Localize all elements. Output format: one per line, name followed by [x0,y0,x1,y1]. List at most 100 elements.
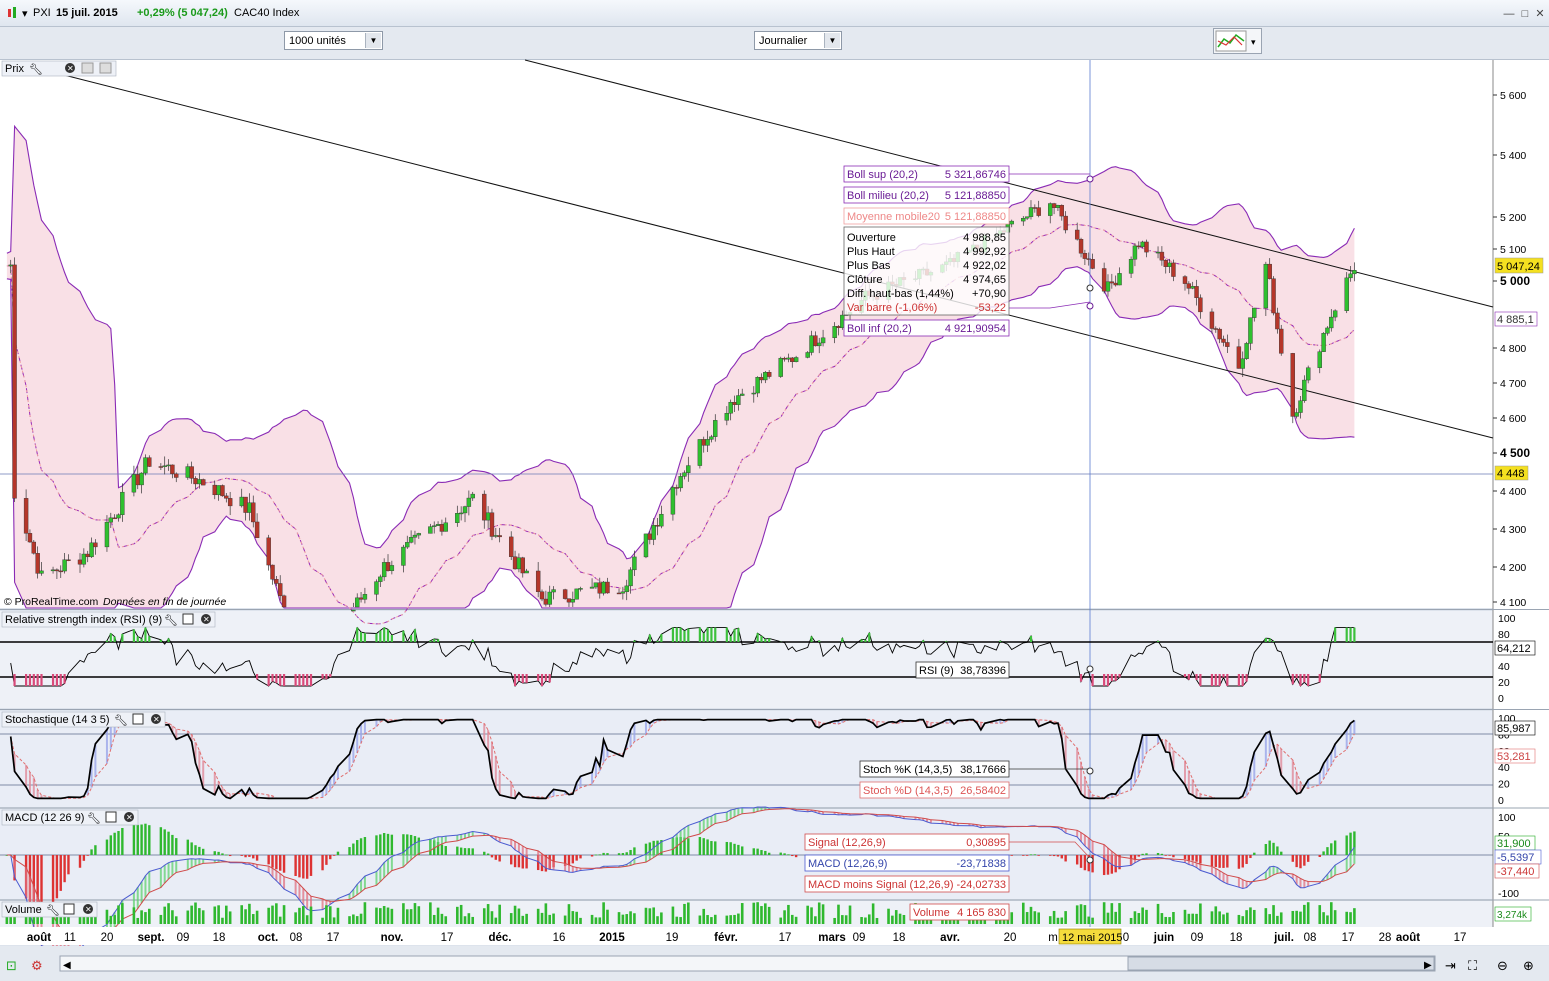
volume-bar [1241,916,1245,924]
macd-bar [494,855,498,860]
volume-bar [540,912,544,924]
chart-style-button[interactable]: ▾ [1213,28,1262,54]
macd-bar [1145,853,1148,855]
volume-bar [482,908,486,924]
ohlc-value: 4 988,85 [963,232,1006,244]
volume-bar [1237,914,1241,924]
macd-bar [1345,835,1348,855]
macd-bar [791,855,794,857]
volume-bar [144,912,147,924]
macd-bar [78,855,82,868]
volume-bar [332,917,336,924]
volume-bar [1306,902,1310,924]
up-icon[interactable] [81,62,94,74]
window-icon[interactable] [105,811,117,823]
volume-bar [752,902,756,924]
macd-bar [1164,855,1167,856]
macd-bar [1037,855,1040,856]
zoom-out-icon[interactable]: ⊖ [1497,958,1508,973]
drawing-tools-icon[interactable]: ⚙︎ [31,958,43,973]
macd-bar [459,847,463,855]
macd-bar [621,853,625,855]
candle [143,454,148,476]
volume-bar [1064,911,1067,924]
stoch-panel[interactable] [0,711,1493,807]
scroll-left-icon[interactable]: ◀ [63,960,71,971]
macd-bar [741,846,744,855]
boll-inf-value: 4 921,90954 [945,323,1006,335]
scrollbar-thumb[interactable] [1127,956,1435,971]
volume-bar [1214,906,1218,924]
macd-bar [1322,851,1325,855]
macd-bar [444,846,447,855]
ohlc-label: Plus Haut [847,246,895,258]
wrench-icon[interactable]: 🔧︎ [87,812,101,825]
period-select[interactable]: Journalier ▼ [754,31,842,50]
chart-tools-icon[interactable]: ⊡ [6,958,17,973]
ohlc-label: Diff. haut-bas (1,44%) [847,288,954,300]
volume-bar [1291,910,1295,924]
volume-bar [459,904,463,924]
zoom-all-icon[interactable]: ⛶ [1467,958,1478,973]
scroll-right-icon[interactable]: ▶ [1424,960,1432,971]
wrench-icon[interactable]: 🔧︎ [164,614,178,627]
volume-bar [764,903,767,924]
zoom-fit-icon[interactable]: ⇥ [1445,958,1456,973]
wrench-icon[interactable]: 🔧︎ [46,904,60,917]
volume-bar [240,905,244,924]
wrench-icon[interactable]: 🔧︎ [114,714,128,727]
candle [643,533,649,559]
macd-bar [571,855,575,864]
close-button[interactable]: ✕ [1533,7,1547,21]
ohlc-box: Ouverture 4 988,85 Plus Haut 4 992,92 Plus B… [843,226,1010,316]
wrench-icon[interactable]: 🔧︎ [29,63,43,76]
x-tick-label: 09 [1191,932,1204,944]
volume-bar [671,906,675,924]
macd-bar [163,829,166,855]
window-icon[interactable] [182,613,194,625]
units-select[interactable]: 1000 unités ▼ [284,31,383,50]
volume-bar [1060,917,1064,924]
volume-bar [821,904,825,924]
y-tick-label: 5 000 [1500,274,1530,288]
macd-bar [1268,840,1271,855]
rsi-panel[interactable] [0,611,1493,708]
volume-bar [625,914,629,924]
x-tick-label: 11 [64,932,76,944]
maximize-button[interactable]: □ [1518,7,1532,21]
macd-bar [1195,855,1198,862]
credit: © ProRealTime.com [4,596,99,608]
minimize-button[interactable]: — [1502,7,1516,21]
window-icon[interactable] [63,903,75,915]
macd-bar [1245,855,1248,864]
volume-bar [1052,910,1056,924]
window-icon[interactable] [132,713,144,725]
volume-bar [536,908,540,924]
down-icon[interactable] [99,62,112,74]
ma-box: Moyenne mobile20 5 121,88850 [843,207,1010,225]
zoom-in-icon[interactable]: ⊕ [1523,958,1534,973]
volume-bar [440,913,444,924]
macd-bar [625,852,628,855]
volume-bar [171,910,174,924]
volume-bar [1295,910,1298,924]
x-tick-label: juin [1153,932,1174,944]
volume-bar [864,917,867,924]
boll-mid-value: 5 121,88850 [945,190,1006,202]
volume-bar [413,903,417,924]
volume-bar [1025,912,1029,924]
macd-bar [363,837,367,855]
macd-bar [159,827,163,855]
chart-area[interactable]: août 11 20 sept. 09 18 oct. 08 17 nov. 17 déc. 16 201… [0,59,1549,981]
volume-bar [563,915,567,924]
x-tick-label: 20 [101,932,114,944]
macd-bar [1280,851,1283,855]
volume-bar [833,917,836,924]
macd-bar [1318,855,1321,857]
macd-bar [756,848,759,855]
volume-title: Volume 🔧︎ ✕ [1,901,98,918]
volume-bar [902,914,906,924]
dropdown-icon[interactable]: ▾ [22,7,28,20]
macd-bar [305,855,309,879]
macd-bar [463,848,467,855]
